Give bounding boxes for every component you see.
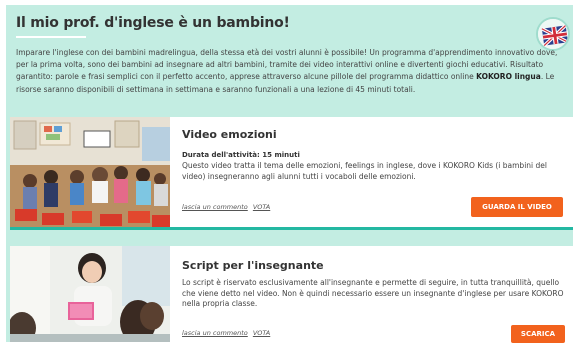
card-description: Questo video tratta il tema delle emozio… bbox=[182, 161, 547, 181]
intro-brand: KOKORO lingua bbox=[476, 72, 541, 82]
comment-link[interactable]: lascia un commento bbox=[182, 329, 248, 337]
comment-link[interactable]: lascia un commento bbox=[182, 203, 248, 211]
vote-link[interactable]: VOTA bbox=[253, 329, 270, 337]
card-duration: Durata dell'attività: 15 minuti bbox=[182, 151, 300, 159]
card-title: Video emozioni bbox=[182, 128, 277, 141]
page-title: Il mio prof. d'inglese è un bambino! bbox=[16, 15, 290, 31]
card-title: Script per l'insegnante bbox=[182, 259, 324, 272]
title-underline bbox=[16, 36, 86, 38]
classroom-children-photo bbox=[10, 117, 170, 227]
vote-link[interactable]: VOTA bbox=[253, 203, 270, 211]
activity-card-script: Script per l'insegnante Lo script è rise… bbox=[10, 246, 573, 343]
uk-flag-icon bbox=[536, 17, 570, 51]
intro-paragraph: Imparare l'inglese con dei bambini madre… bbox=[16, 47, 568, 96]
card-description: Lo script è riservato esclusivamente all… bbox=[182, 278, 564, 308]
card-links: lascia un commento VOTA bbox=[182, 203, 273, 211]
download-button[interactable]: SCARICA bbox=[511, 325, 565, 343]
watch-video-button[interactable]: GUARDA IL VIDEO bbox=[471, 197, 563, 217]
card-links: lascia un commento VOTA bbox=[182, 329, 273, 337]
activity-card-video: Video emozioni Durata dell'attività: 15 … bbox=[10, 117, 573, 230]
teacher-with-students-photo bbox=[10, 246, 170, 342]
